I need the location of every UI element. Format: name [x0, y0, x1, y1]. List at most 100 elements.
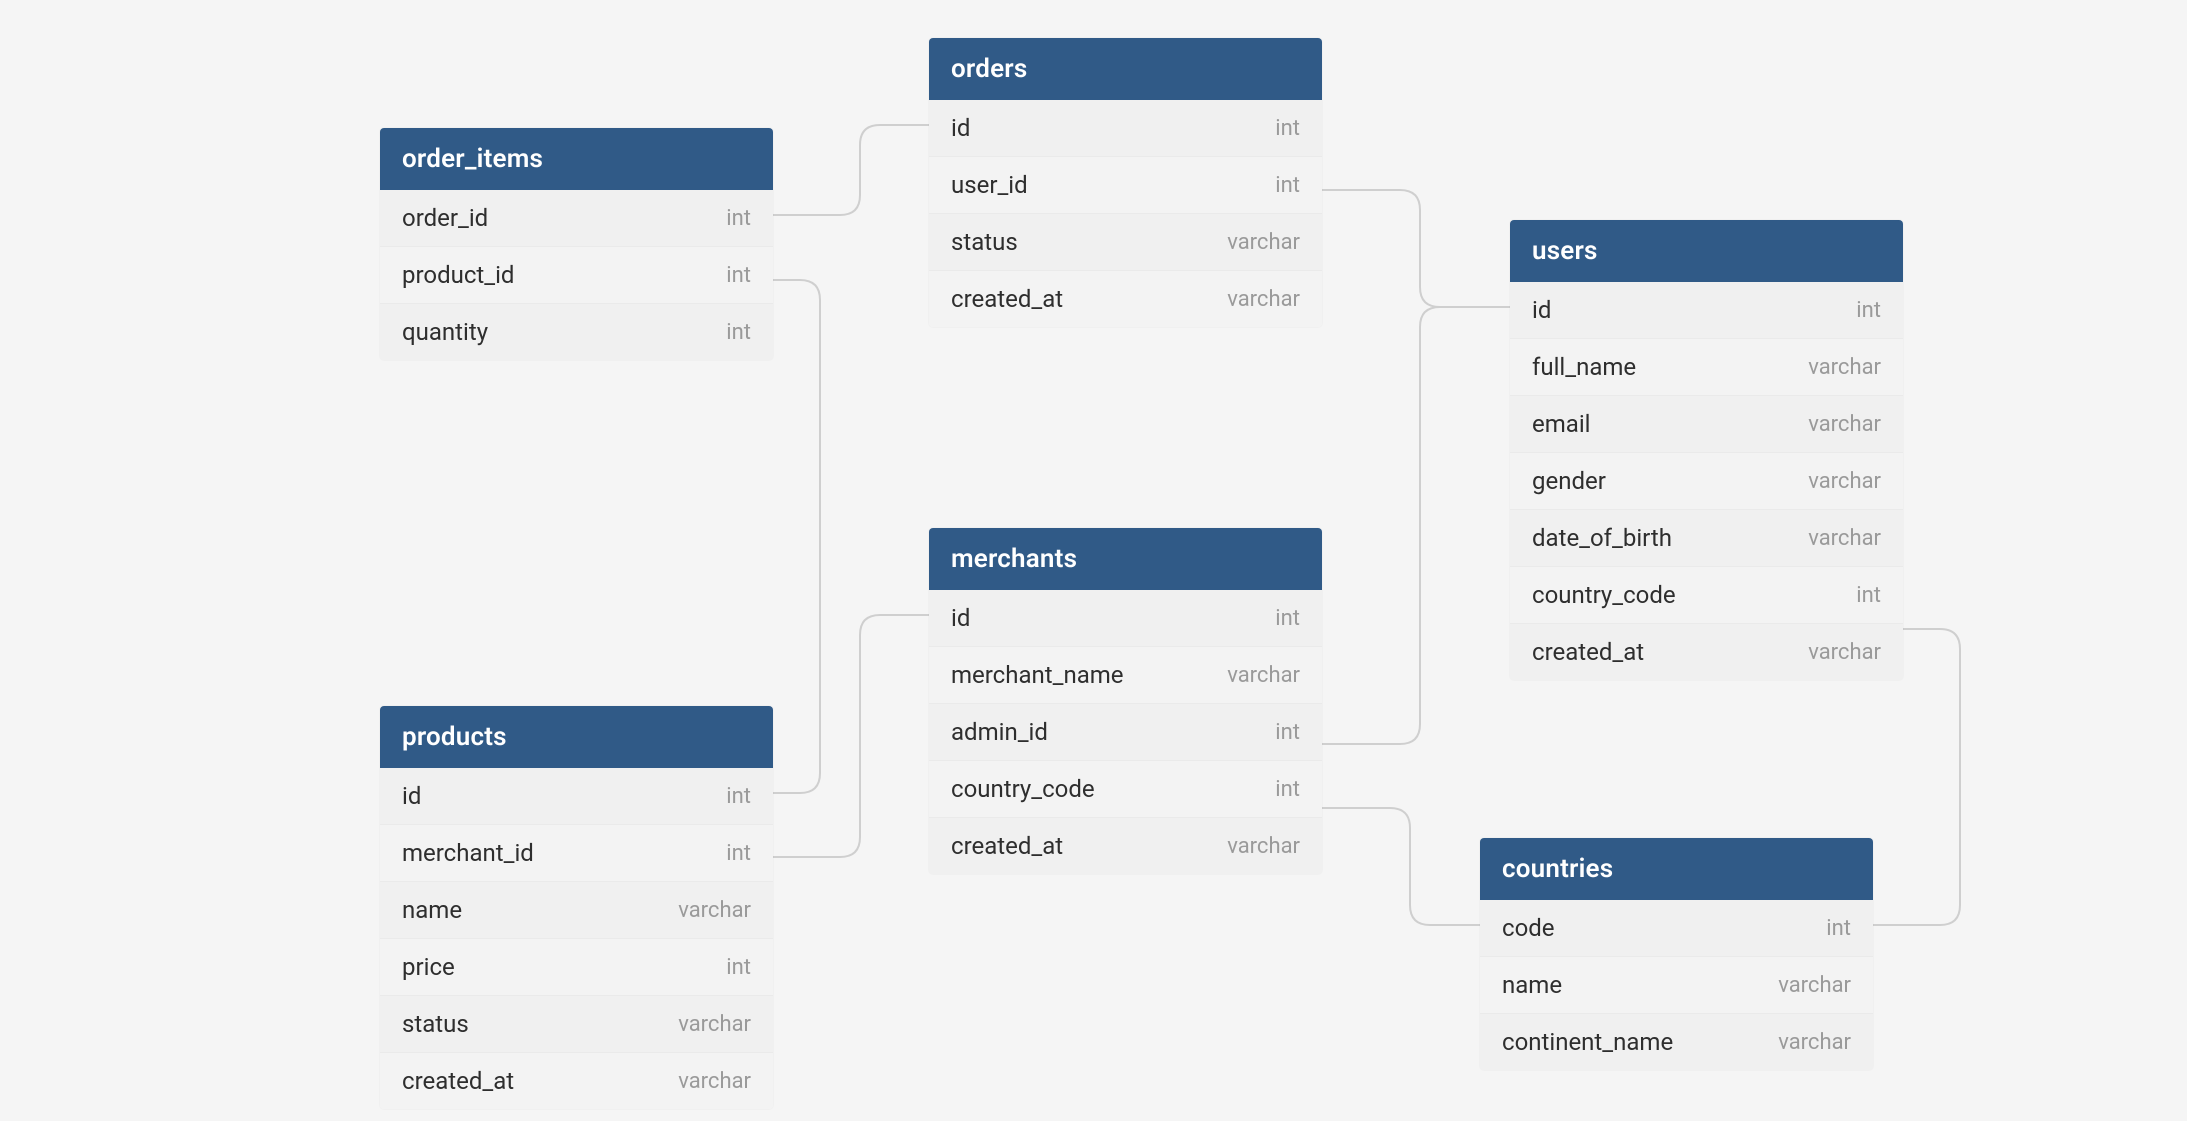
column-row[interactable]: id int [1510, 282, 1903, 339]
column-row[interactable]: created_at varchar [929, 271, 1322, 327]
column-row[interactable]: created_at varchar [929, 818, 1322, 874]
column-name: created_at [951, 285, 1063, 313]
column-row[interactable]: created_at varchar [1510, 624, 1903, 680]
column-name: price [402, 953, 455, 981]
table-merchants[interactable]: merchants id int merchant_name varchar a… [929, 528, 1322, 874]
column-row[interactable]: full_name varchar [1510, 339, 1903, 396]
column-row[interactable]: order_id int [380, 190, 773, 247]
column-name: merchant_name [951, 661, 1124, 689]
table-title: countries [1502, 854, 1613, 884]
column-row[interactable]: admin_id int [929, 704, 1322, 761]
column-row[interactable]: name varchar [1480, 957, 1873, 1014]
column-row[interactable]: name varchar [380, 882, 773, 939]
column-row[interactable]: merchant_name varchar [929, 647, 1322, 704]
table-title: orders [951, 54, 1027, 84]
column-type: varchar [1808, 640, 1881, 665]
table-header-users[interactable]: users [1510, 220, 1903, 282]
table-header-countries[interactable]: countries [1480, 838, 1873, 900]
column-type: int [1275, 720, 1300, 745]
rel-merchants-users [1322, 307, 1510, 744]
column-type: int [1856, 583, 1881, 608]
rel-orders-users [1322, 190, 1510, 307]
column-type: varchar [678, 898, 751, 923]
column-type: int [1275, 173, 1300, 198]
column-row[interactable]: date_of_birth varchar [1510, 510, 1903, 567]
column-name: country_code [951, 775, 1095, 803]
column-name: user_id [951, 171, 1028, 199]
column-type: varchar [678, 1012, 751, 1037]
column-type: varchar [1227, 230, 1300, 255]
column-row[interactable]: country_code int [1510, 567, 1903, 624]
column-name: status [951, 228, 1018, 256]
column-row[interactable]: code int [1480, 900, 1873, 957]
column-type: varchar [1778, 973, 1851, 998]
column-type: int [1275, 777, 1300, 802]
rel-products-merchants [773, 615, 929, 857]
column-name: name [402, 896, 462, 924]
column-type: int [726, 955, 751, 980]
column-type: varchar [1227, 663, 1300, 688]
column-name: created_at [1532, 638, 1644, 666]
column-type: int [726, 841, 751, 866]
column-name: product_id [402, 261, 514, 289]
column-type: int [726, 206, 751, 231]
column-row[interactable]: id int [380, 768, 773, 825]
column-row[interactable]: continent_name varchar [1480, 1014, 1873, 1070]
column-type: int [1275, 116, 1300, 141]
column-name: gender [1532, 467, 1606, 495]
rel-order_items-orders [773, 125, 929, 215]
table-header-orders[interactable]: orders [929, 38, 1322, 100]
table-products[interactable]: products id int merchant_id int name var… [380, 706, 773, 1109]
table-users[interactable]: users id int full_name varchar email var… [1510, 220, 1903, 680]
column-type: varchar [1778, 1030, 1851, 1055]
column-name: status [402, 1010, 469, 1038]
column-name: id [1532, 296, 1551, 324]
column-row[interactable]: created_at varchar [380, 1053, 773, 1109]
column-row[interactable]: merchant_id int [380, 825, 773, 882]
table-title: merchants [951, 544, 1077, 574]
column-type: int [726, 320, 751, 345]
column-name: quantity [402, 318, 488, 346]
column-type: int [1275, 606, 1300, 631]
column-name: email [1532, 410, 1591, 438]
rel-merchants-countries [1322, 808, 1480, 925]
column-name: id [402, 782, 421, 810]
column-row[interactable]: quantity int [380, 304, 773, 360]
column-name: created_at [951, 832, 1063, 860]
column-name: id [951, 114, 970, 142]
column-row[interactable]: status varchar [929, 214, 1322, 271]
column-type: varchar [678, 1069, 751, 1094]
column-name: merchant_id [402, 839, 534, 867]
table-header-merchants[interactable]: merchants [929, 528, 1322, 590]
column-row[interactable]: user_id int [929, 157, 1322, 214]
column-name: continent_name [1502, 1028, 1673, 1056]
column-name: order_id [402, 204, 488, 232]
table-title: order_items [402, 144, 543, 174]
column-name: name [1502, 971, 1562, 999]
column-type: int [1826, 916, 1851, 941]
column-name: admin_id [951, 718, 1048, 746]
table-countries[interactable]: countries code int name varchar continen… [1480, 838, 1873, 1070]
column-row[interactable]: id int [929, 590, 1322, 647]
column-row[interactable]: price int [380, 939, 773, 996]
rel-order_items-products [773, 280, 820, 793]
column-type: varchar [1808, 469, 1881, 494]
table-orders[interactable]: orders id int user_id int status varchar… [929, 38, 1322, 327]
table-header-products[interactable]: products [380, 706, 773, 768]
table-title: products [402, 722, 507, 752]
column-name: code [1502, 914, 1555, 942]
column-row[interactable]: email varchar [1510, 396, 1903, 453]
table-header-order_items[interactable]: order_items [380, 128, 773, 190]
column-name: country_code [1532, 581, 1676, 609]
column-row[interactable]: id int [929, 100, 1322, 157]
column-type: int [726, 263, 751, 288]
column-row[interactable]: product_id int [380, 247, 773, 304]
column-name: id [951, 604, 970, 632]
column-type: varchar [1808, 526, 1881, 551]
er-diagram-canvas[interactable]: order_items order_id int product_id int … [0, 0, 2187, 1121]
column-type: varchar [1227, 834, 1300, 859]
column-row[interactable]: gender varchar [1510, 453, 1903, 510]
column-row[interactable]: status varchar [380, 996, 773, 1053]
column-row[interactable]: country_code int [929, 761, 1322, 818]
table-order_items[interactable]: order_items order_id int product_id int … [380, 128, 773, 360]
